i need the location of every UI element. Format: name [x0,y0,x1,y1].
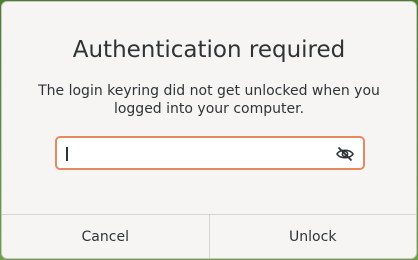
message-line-2: logged into your computer. [113,101,305,117]
message-line-1: The login keyring did not get unlocked w… [38,83,380,99]
dialog-title: Authentication required [72,37,346,63]
dialog-button-row: Cancel Unlock [2,214,416,258]
authentication-dialog: Authentication required The login keyrin… [1,1,417,259]
dialog-message: The login keyring did not get unlocked w… [22,82,396,118]
text-caret [66,147,68,161]
password-input[interactable] [55,136,365,170]
unlock-button[interactable]: Unlock [208,215,417,258]
eye-slash-icon[interactable] [335,144,355,164]
cancel-button[interactable]: Cancel [2,215,209,258]
